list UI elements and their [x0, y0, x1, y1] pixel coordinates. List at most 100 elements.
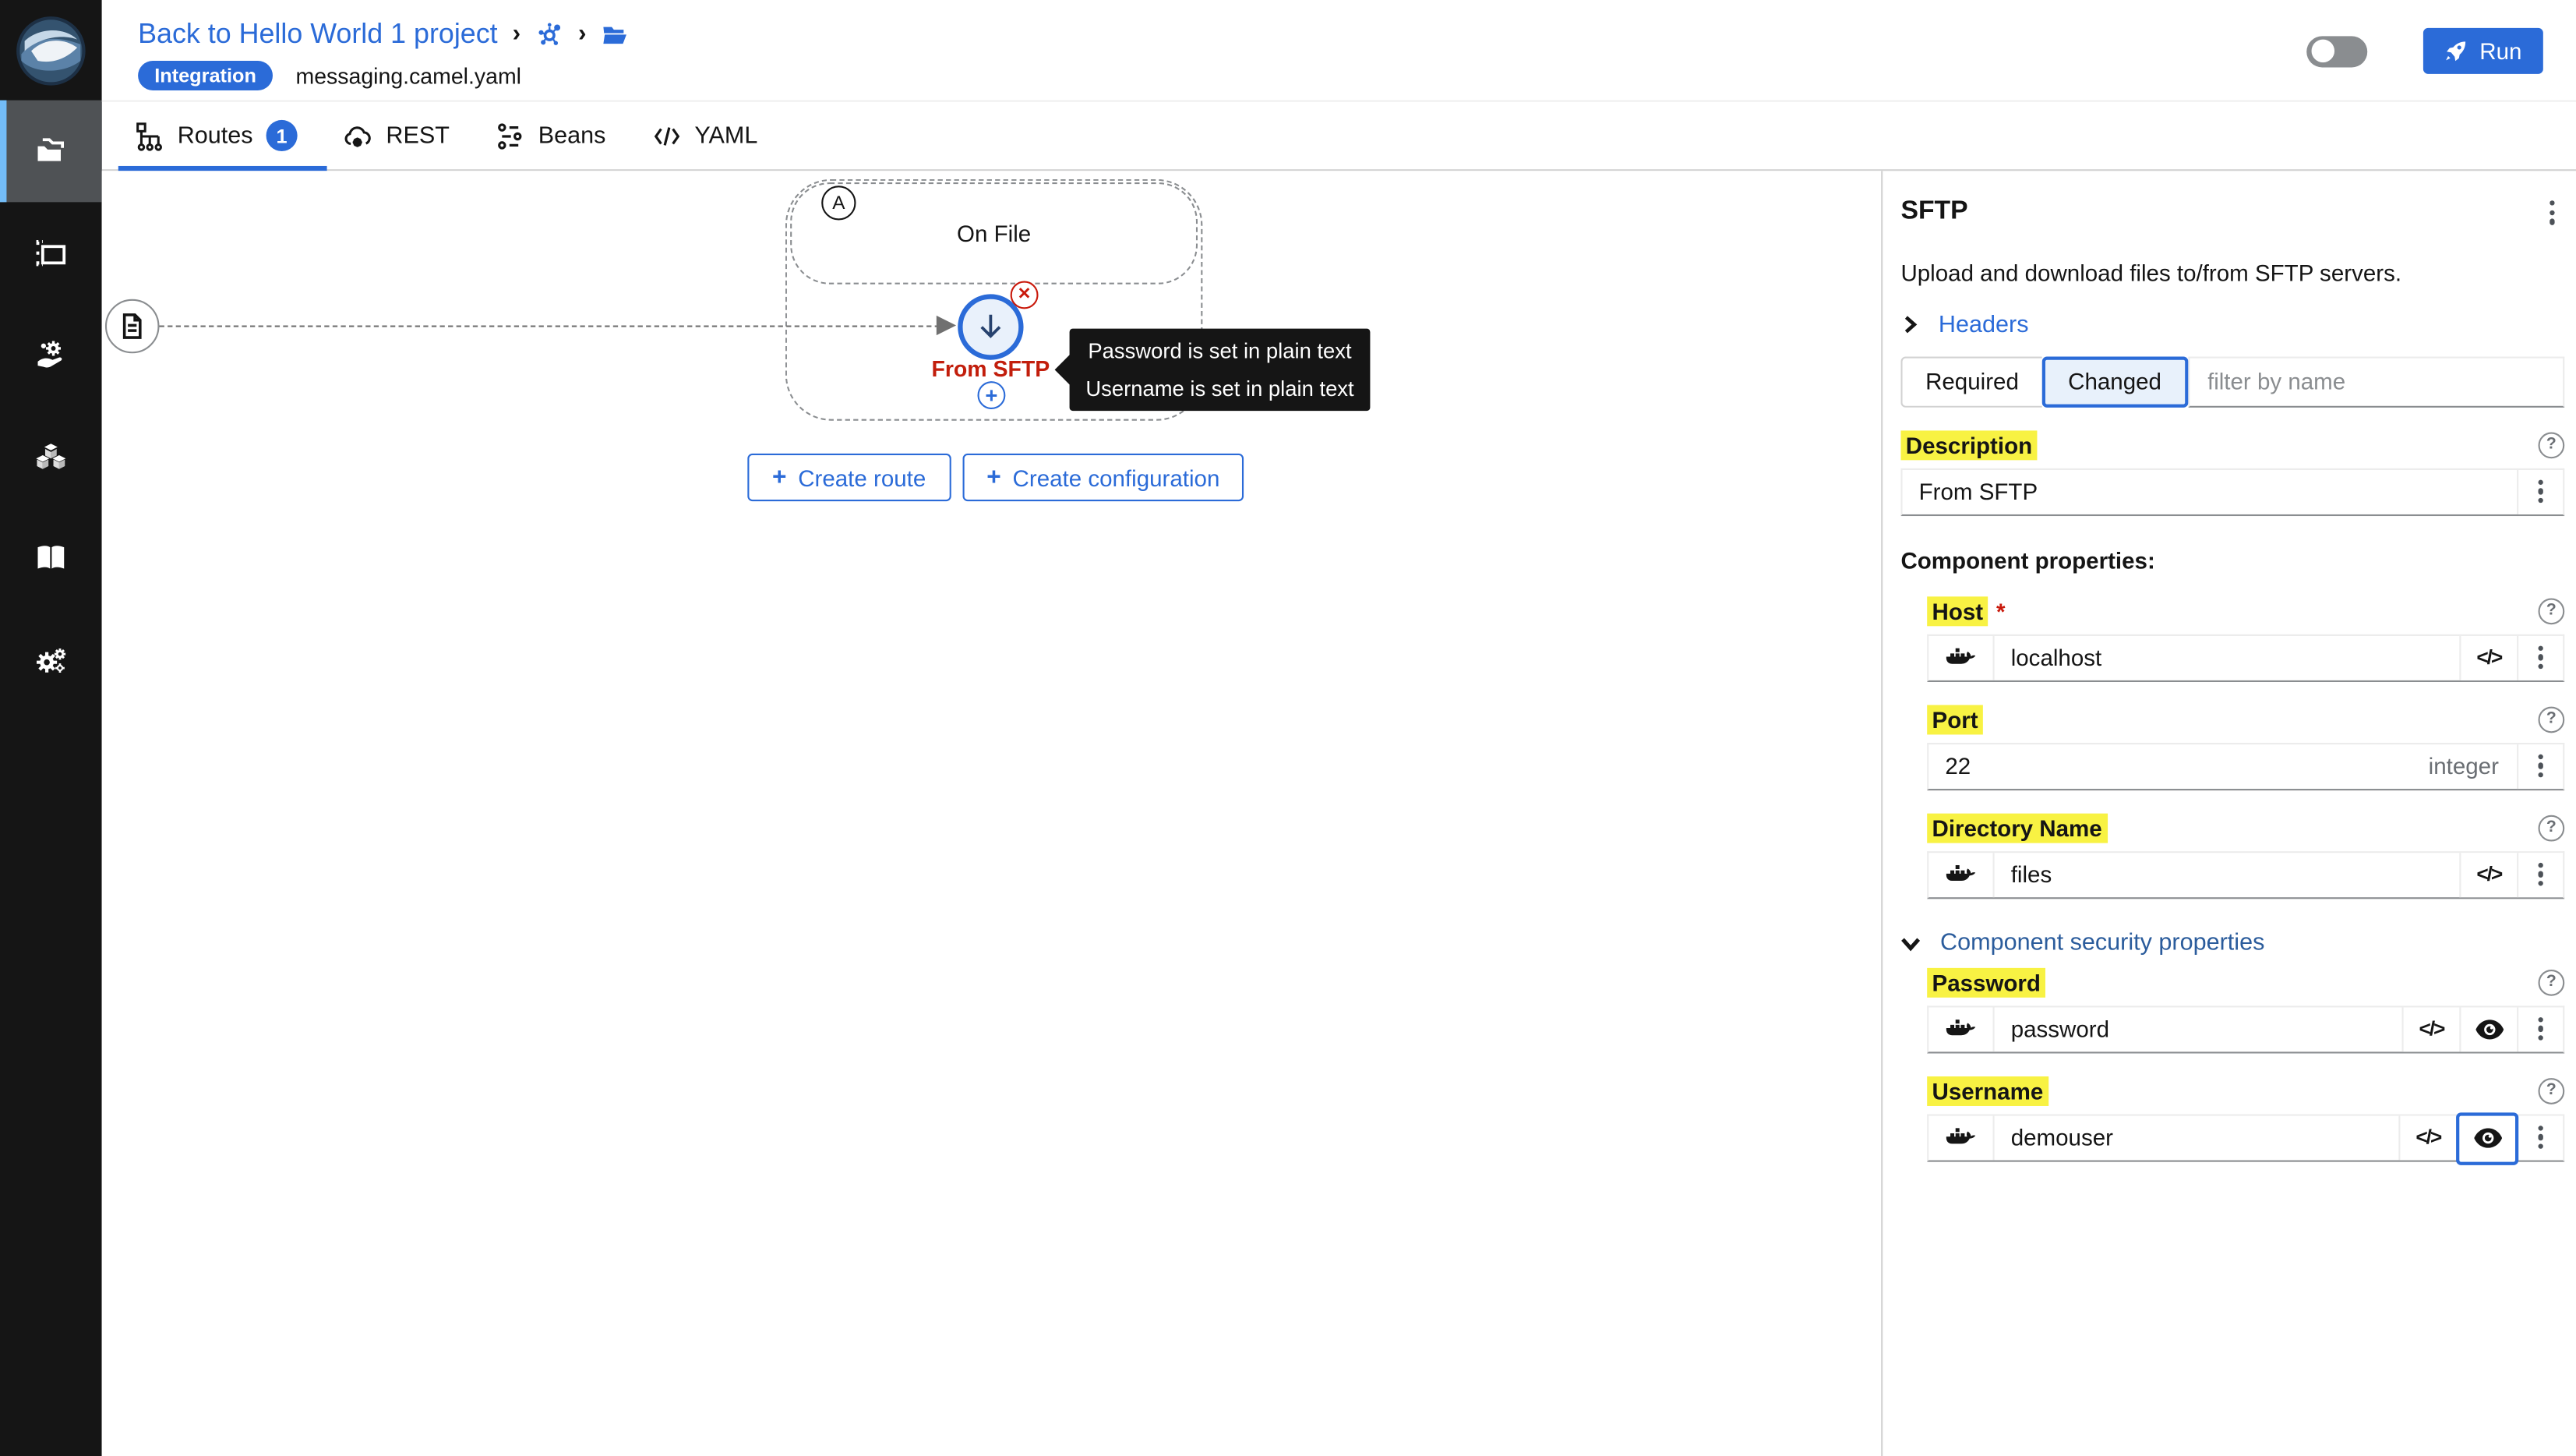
eye-icon: [2473, 1128, 2501, 1149]
directory-expression-button[interactable]: </>: [2459, 852, 2517, 896]
file-row: Integration messaging.camel.yaml: [138, 61, 2576, 90]
canvas-actions: + Create route + Create configuration: [747, 454, 1244, 501]
panel-description: Upload and download files to/from SFTP s…: [1900, 259, 2564, 287]
field-description: Description ?: [1900, 432, 2564, 516]
directory-input[interactable]: [1995, 852, 2460, 896]
description-input[interactable]: [1903, 469, 2518, 514]
username-input[interactable]: [1995, 1115, 2399, 1160]
required-asterisk: *: [1996, 598, 2005, 624]
back-to-project-link[interactable]: Back to Hello World 1 project: [138, 18, 498, 51]
tab-rest[interactable]: REST: [326, 102, 478, 169]
host-kebab[interactable]: [2517, 635, 2563, 680]
required-filter-chip[interactable]: Required: [1900, 356, 2041, 407]
delete-node-badge[interactable]: ✕: [1011, 281, 1039, 309]
beans-icon: [496, 121, 525, 150]
tab-rest-label: REST: [386, 122, 450, 149]
edge-connector: [160, 325, 940, 327]
main-area: Back to Hello World 1 project › › Integr…: [102, 0, 2576, 1456]
password-label: Password: [1927, 969, 2045, 995]
field-username: Username ? </>: [1900, 1077, 2564, 1161]
tab-bar: Routes 1 REST Beans: [102, 102, 2576, 171]
username-show-hide-button[interactable]: [2456, 1111, 2518, 1164]
username-kebab[interactable]: [2517, 1115, 2563, 1160]
breadcrumb: Back to Hello World 1 project › ›: [138, 15, 2576, 55]
port-type-hint: integer: [2429, 753, 2517, 779]
help-icon[interactable]: ?: [2539, 1077, 2565, 1104]
username-expression-button[interactable]: </>: [2398, 1115, 2456, 1160]
field-directory-name: Directory Name ? </>: [1900, 815, 2564, 899]
switch-knob: [2311, 40, 2334, 63]
docker-whale-icon[interactable]: [1928, 852, 1994, 896]
password-input-group: </>: [1927, 1005, 2564, 1052]
description-kebab[interactable]: [2517, 469, 2563, 514]
port-input-group: integer: [1927, 742, 2564, 790]
sidebar-item-services[interactable]: [0, 304, 102, 406]
port-input[interactable]: [1928, 744, 2428, 788]
host-input-group: </>: [1927, 634, 2564, 681]
password-show-hide-button[interactable]: [2459, 1007, 2517, 1051]
add-step-badge[interactable]: +: [978, 381, 1006, 409]
route-collapse-badge[interactable]: A: [821, 186, 856, 220]
help-icon[interactable]: ?: [2539, 598, 2565, 624]
integration-icon[interactable]: [535, 20, 563, 48]
sidebar-item-catalog[interactable]: [0, 508, 102, 610]
changed-filter-chip[interactable]: Changed: [2041, 356, 2187, 407]
routes-icon: [135, 121, 164, 150]
host-input[interactable]: [1995, 635, 2460, 680]
config-panel: SFTP Upload and download files to/from S…: [1883, 171, 2576, 1456]
sidebar-item-design[interactable]: [0, 202, 102, 304]
create-configuration-label: Create configuration: [1013, 465, 1220, 491]
host-expression-button[interactable]: </>: [2459, 635, 2517, 680]
username-input-group: </>: [1927, 1114, 2564, 1161]
directory-input-group: </>: [1927, 850, 2564, 898]
help-icon[interactable]: ?: [2539, 706, 2565, 733]
create-route-button[interactable]: + Create route: [747, 454, 951, 501]
plus-icon: +: [772, 464, 786, 492]
cubes-icon: [31, 437, 71, 477]
help-icon[interactable]: ?: [2539, 815, 2565, 841]
tab-beans[interactable]: Beans: [479, 102, 636, 169]
eye-icon: [2475, 1018, 2503, 1039]
headers-link: Headers: [1939, 312, 2029, 338]
password-expression-button[interactable]: </>: [2402, 1007, 2460, 1051]
help-icon[interactable]: ?: [2539, 969, 2565, 995]
file-node[interactable]: [105, 299, 160, 354]
camel-logo-icon: [15, 14, 87, 87]
header: Back to Hello World 1 project › › Integr…: [102, 0, 2576, 102]
frame-icon: [31, 233, 71, 273]
port-kebab[interactable]: [2517, 744, 2563, 788]
field-host: Host* ? </>: [1900, 598, 2564, 682]
tab-yaml[interactable]: YAML: [635, 102, 787, 169]
filter-by-name-input[interactable]: [2188, 356, 2565, 407]
sidebar-item-settings[interactable]: [0, 610, 102, 712]
on-file-label[interactable]: On File: [790, 221, 1198, 247]
sidebar-item-components[interactable]: [0, 406, 102, 508]
docker-whale-icon[interactable]: [1928, 635, 1994, 680]
password-kebab[interactable]: [2517, 1007, 2563, 1051]
create-configuration-button[interactable]: + Create configuration: [962, 454, 1244, 501]
route-canvas[interactable]: On File A ✕: [102, 171, 1883, 1456]
security-section-toggle[interactable]: Component security properties: [1900, 929, 2564, 956]
folder-icon[interactable]: [601, 20, 629, 48]
book-icon: [31, 539, 71, 579]
description-input-group: [1900, 468, 2564, 515]
help-icon[interactable]: ?: [2539, 432, 2565, 458]
field-password: Password ? </>: [1900, 969, 2564, 1053]
document-icon: [118, 313, 146, 341]
docker-whale-icon[interactable]: [1928, 1007, 1994, 1051]
password-input[interactable]: [1995, 1007, 2402, 1051]
docker-whale-icon[interactable]: [1928, 1115, 1994, 1160]
tooltip-line-2: Username is set in plain text: [1085, 369, 1353, 407]
camel-logo[interactable]: [0, 0, 102, 101]
sidebar-item-projects[interactable]: [0, 101, 102, 203]
port-label: Port: [1927, 706, 1983, 733]
directory-kebab[interactable]: [2517, 852, 2563, 896]
component-properties-heading: Component properties:: [1900, 546, 2564, 573]
panel-kebab-menu[interactable]: [2539, 194, 2564, 231]
run-toggle-switch[interactable]: [2307, 35, 2368, 66]
hand-gear-icon: [31, 335, 71, 375]
run-button[interactable]: Run: [2424, 28, 2543, 74]
tab-routes[interactable]: Routes 1: [118, 102, 327, 169]
tooltip-line-1: Password is set in plain text: [1088, 332, 1351, 369]
headers-expand[interactable]: Headers: [1900, 312, 2564, 338]
